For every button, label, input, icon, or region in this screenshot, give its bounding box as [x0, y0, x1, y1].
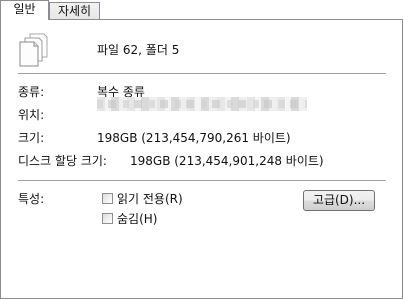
separator-2 [18, 180, 386, 181]
hidden-label[interactable]: 숨김(H) [117, 210, 157, 227]
advanced-button[interactable]: 고급(D)... [303, 190, 375, 211]
hidden-checkbox[interactable] [102, 213, 113, 224]
tab-general-label: 일반 [13, 2, 36, 16]
size-value: 198GB (213,454,790,261 바이트) [97, 131, 291, 145]
tab-details[interactable]: 자세히 [49, 2, 100, 20]
selection-summary: 파일 62, 폴더 5 [97, 43, 180, 57]
type-label: 종류: [18, 85, 45, 99]
read-only-checkbox[interactable] [102, 193, 113, 204]
files-stack-icon [19, 33, 48, 67]
size-label: 크기: [18, 131, 45, 145]
separator-1 [18, 73, 386, 74]
attributes-label: 특성: [18, 192, 45, 206]
tab-details-label: 자세히 [57, 4, 92, 18]
properties-dialog: 일반 자세히 파일 62, 폴더 5 종류: 복수 종류 위치: 크기: 198… [0, 0, 404, 300]
read-only-label[interactable]: 읽기 전용(R) [117, 190, 183, 207]
tab-general[interactable]: 일반 [0, 0, 49, 20]
location-label: 위치: [18, 108, 45, 122]
size-on-disk-label: 디스크 할당 크기: [18, 154, 107, 168]
size-on-disk-value: 198GB (213,454,901,248 바이트) [130, 154, 324, 168]
location-value-redacted [97, 97, 307, 111]
